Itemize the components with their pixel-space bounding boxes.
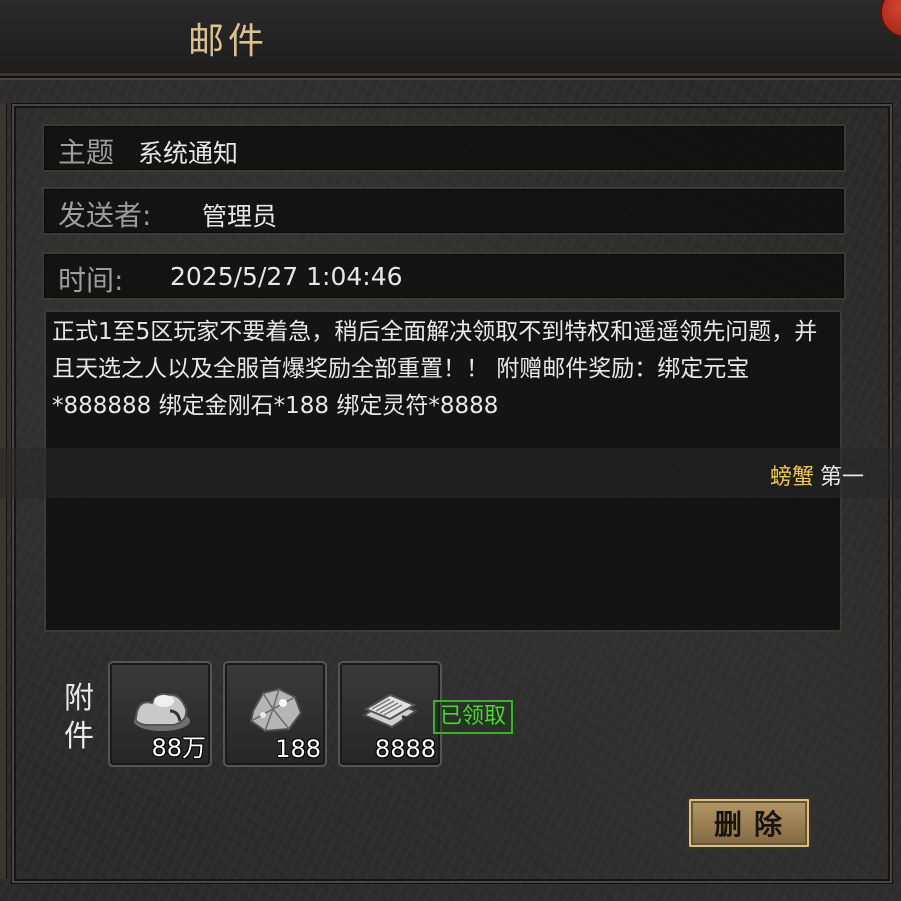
- claimed-status-badge: 已领取: [433, 700, 514, 734]
- subject-value: 系统通知: [138, 139, 239, 168]
- mail-window: 邮件 主题 系统通知 发送者: 管理员 时间: 2025/5/27 1:04:4…: [0, 0, 901, 901]
- subject-label: 主题: [58, 136, 115, 169]
- sender-label: 发送者:: [58, 199, 152, 232]
- attachment-slot-3[interactable]: 8888: [338, 661, 442, 767]
- attachments-label: 附件: [64, 681, 94, 754]
- attachment-count: 188: [275, 735, 321, 763]
- message-body: 正式1至5区玩家不要着急，稍后全面解决领取不到特权和遥遥领先问题，并且天选之人以…: [52, 319, 818, 419]
- time-label: 时间:: [58, 264, 124, 297]
- sender-row: 发送者: 管理员: [42, 187, 846, 235]
- attachment-slot-1[interactable]: 88万: [108, 661, 212, 767]
- diamond-ore-icon: [249, 687, 303, 733]
- announcement-text: 第一: [820, 465, 865, 490]
- delete-button[interactable]: 删除: [687, 797, 811, 849]
- time-value: 2025/5/27 1:04:46: [170, 262, 403, 291]
- sender-value: 管理员: [202, 202, 278, 231]
- window-title: 邮件: [188, 21, 269, 62]
- title-bar: 邮件: [0, 0, 901, 78]
- time-row: 时间: 2025/5/27 1:04:46: [42, 252, 846, 300]
- scrolling-announcement: 螃蟹 第一: [770, 459, 864, 491]
- attachment-count: 8888: [374, 735, 436, 763]
- attachment-slot-2[interactable]: 188: [223, 661, 327, 767]
- attachment-count: 88万: [151, 734, 206, 762]
- announcement-player-name: 螃蟹: [770, 465, 815, 490]
- talisman-bundle-icon: [361, 693, 419, 729]
- scrolling-announcement-band: [0, 448, 901, 498]
- subject-row: 主题 系统通知: [42, 124, 846, 172]
